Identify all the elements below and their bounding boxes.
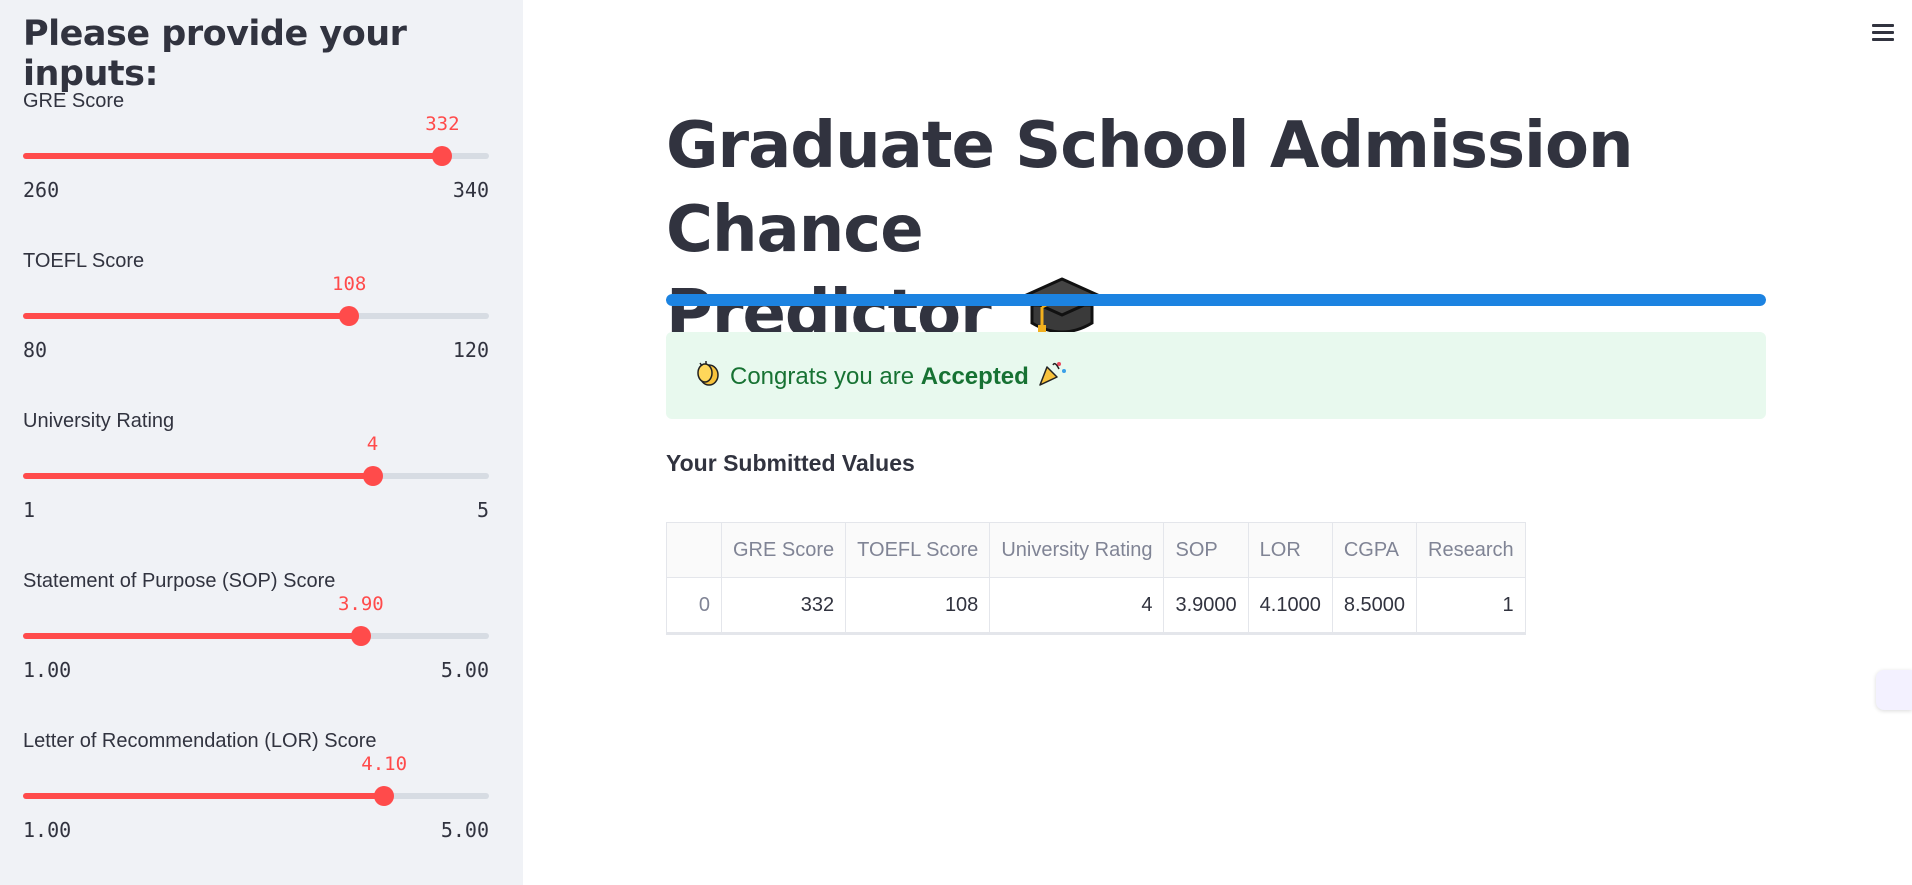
slider-fill: [23, 153, 443, 159]
clapping-hands-icon: [694, 359, 722, 394]
university-rating-slider[interactable]: 4: [23, 433, 489, 486]
slider-max: 5.00: [440, 658, 489, 682]
slider-fill: [23, 633, 361, 639]
column-header[interactable]: SOP: [1163, 522, 1249, 578]
table-cell[interactable]: 1: [1416, 577, 1526, 635]
slider-min: 80: [23, 338, 48, 362]
university-rating-slider-group: University Rating 4 1 5: [23, 410, 489, 560]
toefl-score-slider[interactable]: 108: [23, 273, 489, 326]
column-header[interactable]: GRE Score: [720, 522, 847, 578]
collapse-widget-icon[interactable]: [1876, 670, 1912, 710]
lor-score-slider[interactable]: 4.10: [23, 753, 489, 806]
sidebar: Please provide your inputs: GRE Score 33…: [0, 0, 523, 885]
progress-bar: [666, 294, 1766, 306]
table-cell[interactable]: 4: [989, 577, 1165, 635]
slider-label: University Rating: [23, 410, 175, 432]
slider-thumb[interactable]: [374, 786, 395, 806]
table-cell[interactable]: 4.1000: [1247, 577, 1333, 635]
slider-value: 4: [366, 433, 379, 455]
submitted-values-table[interactable]: GRE Score TOEFL Score University Rating …: [666, 522, 1526, 635]
submitted-values-heading: Your Submitted Values: [666, 450, 915, 476]
sop-score-slider[interactable]: 3.90: [23, 593, 489, 646]
success-prefix: Congrats you are: [730, 362, 915, 390]
slider-max: 340: [452, 178, 489, 202]
slider-min: 1.00: [23, 658, 72, 682]
slider-value: 108: [332, 273, 367, 295]
slider-thumb[interactable]: [339, 306, 360, 326]
column-header[interactable]: LOR: [1247, 522, 1333, 578]
page-title-line1: Graduate School Admission Chance: [666, 109, 1633, 267]
slider-min: 260: [23, 178, 60, 202]
table-cell[interactable]: 8.5000: [1331, 577, 1418, 635]
sop-score-slider-group: Statement of Purpose (SOP) Score 3.90 1.…: [23, 570, 489, 720]
row-index-cell[interactable]: 0: [666, 577, 722, 635]
success-alert: Congrats you are Accepted: [666, 332, 1766, 419]
slider-fill: [23, 313, 350, 319]
lor-score-slider-group: Letter of Recommendation (LOR) Score 4.1…: [23, 730, 489, 880]
sidebar-title: Please provide your inputs:: [23, 14, 407, 94]
slider-max: 5.00: [440, 818, 489, 842]
slider-value: 332: [425, 113, 460, 135]
success-emphasis: Accepted: [920, 362, 1029, 390]
column-header[interactable]: University Rating: [989, 522, 1165, 578]
column-header[interactable]: CGPA: [1331, 522, 1418, 578]
party-popper-icon: [1037, 359, 1067, 394]
slider-max: 5: [476, 498, 489, 522]
table-cell[interactable]: 108: [845, 577, 991, 635]
slider-value: 4.10: [361, 753, 408, 775]
column-header[interactable]: TOEFL Score: [845, 522, 991, 578]
slider-min: 1.00: [23, 818, 72, 842]
gre-score-slider-group: GRE Score 332 260 340: [23, 90, 489, 240]
table-cell[interactable]: 332: [720, 577, 847, 635]
success-message: Congrats you are Accepted: [694, 359, 1067, 394]
slider-label: TOEFL Score: [23, 250, 145, 272]
table-header-row: GRE Score TOEFL Score University Rating …: [666, 522, 1526, 578]
slider-value: 3.90: [337, 593, 384, 615]
slider-min: 1: [23, 498, 36, 522]
table-cell[interactable]: 3.9000: [1163, 577, 1249, 635]
table-row: 0 332 108 4 3.9000 4.1000 8.5000 1: [666, 577, 1526, 635]
progress-bar-track: [666, 294, 1766, 306]
gre-score-slider[interactable]: 332: [23, 113, 489, 166]
column-header[interactable]: Research: [1416, 522, 1526, 578]
page-title: Graduate School Admission Chance Predict…: [666, 104, 1766, 360]
slider-fill: [23, 473, 373, 479]
slider-label: Statement of Purpose (SOP) Score: [23, 570, 336, 592]
slider-thumb[interactable]: [350, 626, 371, 646]
slider-thumb[interactable]: [432, 146, 453, 166]
slider-label: GRE Score: [23, 90, 125, 112]
slider-fill: [23, 793, 385, 799]
slider-thumb[interactable]: [362, 466, 383, 486]
hamburger-menu-icon[interactable]: [1870, 22, 1896, 44]
toefl-score-slider-group: TOEFL Score 108 80 120: [23, 250, 489, 400]
column-header[interactable]: [666, 522, 722, 578]
slider-label: Letter of Recommendation (LOR) Score: [23, 730, 377, 752]
slider-max: 120: [452, 338, 489, 362]
